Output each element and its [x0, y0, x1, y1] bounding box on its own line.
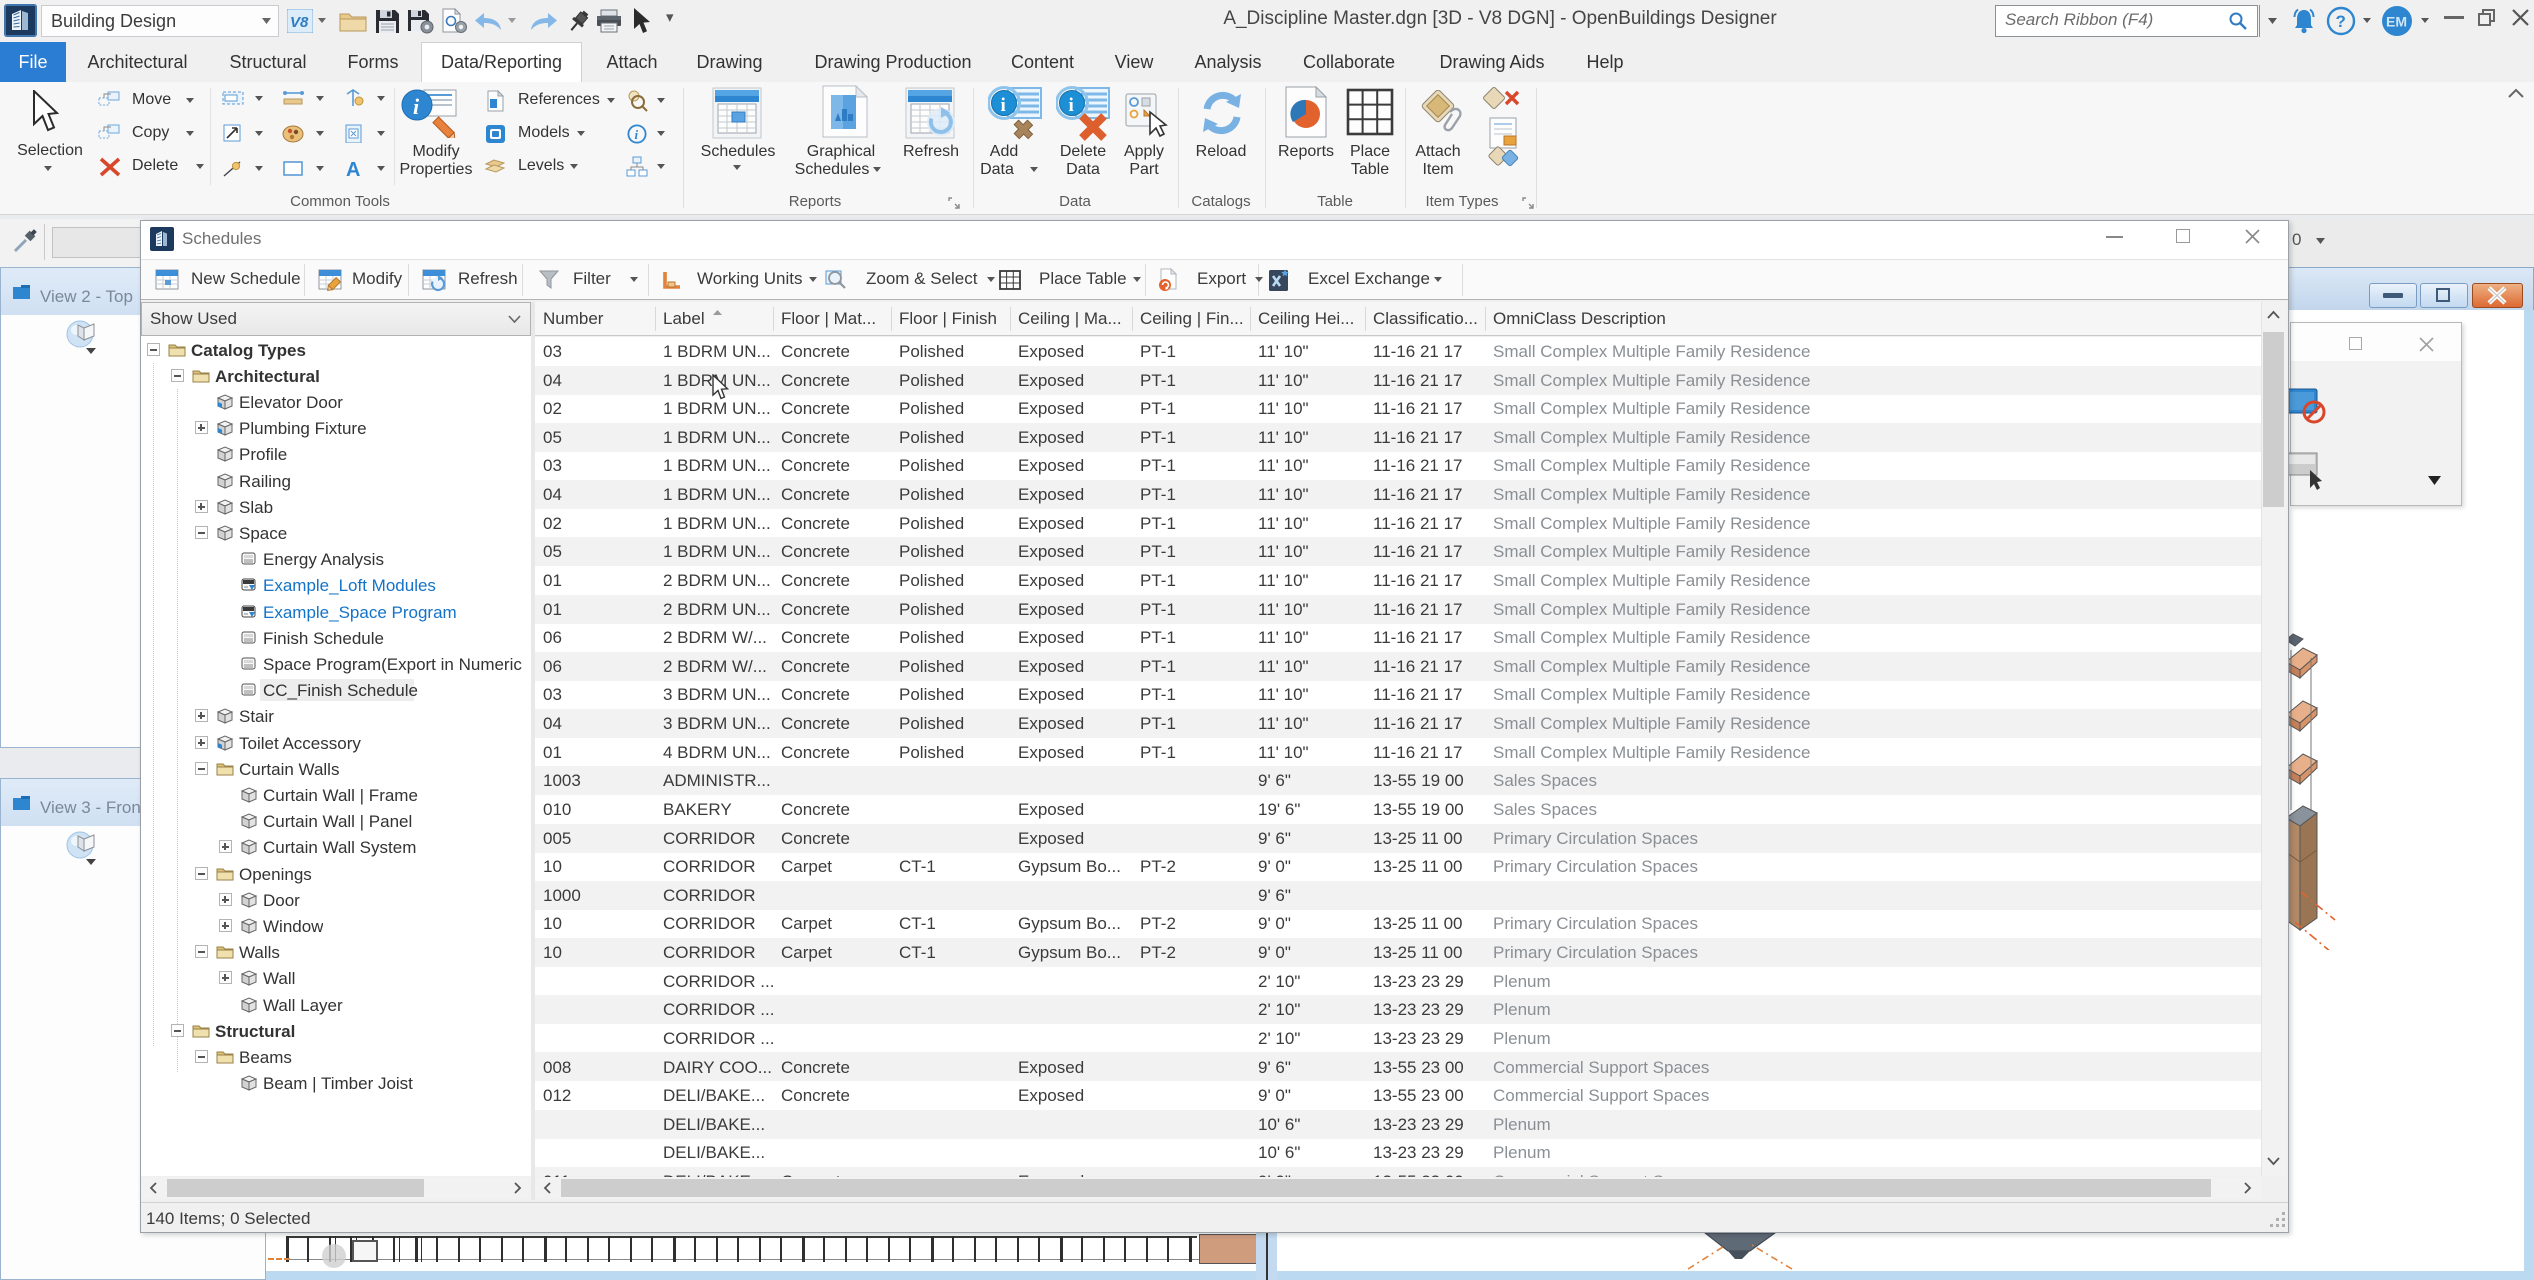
svg-text:i: i — [635, 127, 639, 142]
svg-text:EM: EM — [2386, 14, 2407, 30]
svg-text:i: i — [1001, 95, 1006, 116]
svg-text:?: ? — [2336, 12, 2346, 31]
svg-text:A: A — [346, 159, 360, 178]
svg-text:i: i — [413, 94, 420, 119]
svg-text:V8: V8 — [290, 14, 309, 31]
svg-text:i: i — [1069, 95, 1074, 116]
